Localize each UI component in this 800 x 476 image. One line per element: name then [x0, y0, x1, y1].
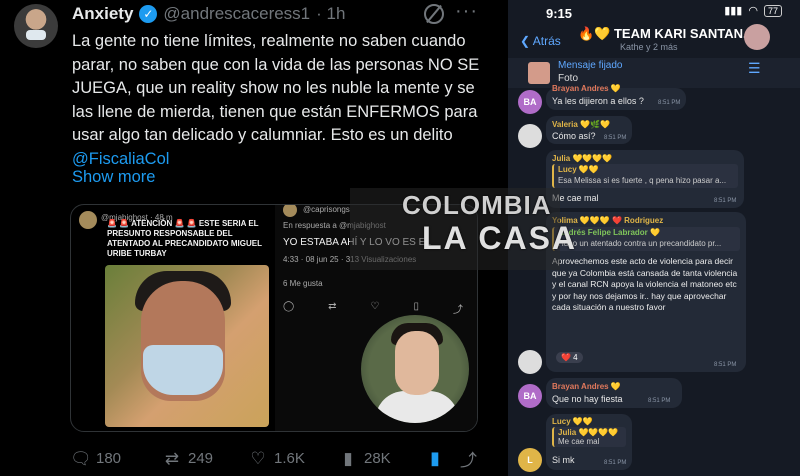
reply-count: 180 — [96, 450, 122, 467]
like-button[interactable]: ♡ 1.6K — [248, 449, 338, 469]
reply-button[interactable]: 🗨 180 — [70, 449, 162, 469]
signal-icon: ▮▮▮ — [724, 5, 743, 17]
message-text: Si mk — [552, 455, 575, 465]
face — [395, 331, 439, 395]
message-author: Valeria 💛🌿💛 — [552, 120, 610, 129]
show-more-link[interactable]: Show more — [72, 168, 155, 187]
avatar[interactable]: BA — [518, 384, 542, 408]
mini-avatar — [283, 205, 297, 217]
back-label: Atrás — [532, 34, 561, 48]
face-mask — [143, 345, 223, 395]
mini-handle: @caprisongs — [303, 205, 350, 214]
share-button[interactable]: ⤴ — [460, 446, 477, 471]
message-text: Cómo así? — [552, 131, 596, 141]
like-icon: ♡ — [370, 301, 380, 312]
verified-badge-icon: ✓ — [139, 5, 158, 23]
chevron-left-icon: ❮ — [520, 34, 533, 48]
like-icon: ♡ — [250, 448, 266, 468]
chat-avatar[interactable] — [744, 24, 770, 50]
shirt — [375, 391, 459, 423]
avatar[interactable]: BA — [518, 90, 542, 114]
portrait-photo — [361, 315, 469, 423]
repost-button[interactable]: ⇄ 249 — [162, 449, 248, 469]
message-time: 8:51 PM — [648, 398, 671, 404]
view-count: 28K — [364, 450, 391, 467]
message-author: Julia 💛💛💛💛 — [552, 154, 613, 163]
message-text: Que no hay fiesta — [552, 394, 623, 404]
grok-icon[interactable] — [424, 4, 444, 24]
quote-author: Julia 💛💛💛💛 — [558, 428, 619, 437]
watermark-line2: LA CASA — [422, 220, 578, 256]
share-icon: ⤴ — [460, 451, 477, 470]
media-image-left[interactable]: @mjabighost · 48 m 🚨 🚨 ATENCIÓN 🚨 🚨 ESTE… — [71, 205, 271, 431]
message-author: Brayan Andres 💛 — [552, 84, 621, 93]
message-time: 8:51 PM — [658, 100, 681, 106]
quote-text: Me cae mal — [558, 437, 600, 446]
more-options-icon[interactable]: ··· — [455, 0, 478, 23]
battery-icon: 77 — [763, 4, 782, 17]
mini-avatar — [79, 211, 97, 229]
wifi-icon: ◠ — [748, 5, 758, 17]
tweet-time[interactable]: · 1h — [316, 4, 345, 24]
repost-count: 249 — [188, 450, 214, 467]
repost-icon: ⇄ — [164, 448, 180, 468]
quote-text: Hubo un atentado contra un precandidato … — [558, 239, 722, 248]
message-text: Ya les dijieron a ellos ? — [552, 96, 644, 106]
views-icon: ▮ — [343, 448, 353, 468]
tweet-header: Anxiety ✓ @andrescaceress1 · 1h — [72, 4, 345, 24]
bookmark-button[interactable]: ▮ — [430, 448, 460, 469]
author-handle[interactable]: @andrescaceress1 — [163, 4, 310, 24]
author-avatar[interactable] — [14, 4, 58, 48]
pinned-thumbnail — [528, 62, 550, 84]
tweet-text: La gente no tiene límites, realmente no … — [72, 30, 482, 171]
like-count: 1.6K — [274, 450, 305, 467]
watermark-line1: COLOMBIA — [402, 190, 552, 220]
message-text: Aprovechemos este acto de violencia para… — [552, 256, 738, 312]
avatar-photo[interactable] — [518, 350, 542, 374]
tweet-body: La gente no tiene límites, realmente no … — [72, 32, 480, 144]
chat-subtitle: Kathe y 2 más — [620, 42, 678, 52]
pinned-title: Mensaje fijado — [558, 60, 623, 71]
share-icon: ⤴ — [452, 305, 463, 316]
message-author: Brayan Andres 💛 — [552, 382, 621, 391]
tweet-actions: 🗨 180 ⇄ 249 ♡ 1.6K ▮ 28K ▮ ⤴ — [70, 446, 480, 471]
repost-icon: ⇄ — [328, 301, 337, 312]
author-name[interactable]: Anxiety — [72, 4, 133, 24]
status-time: 9:15 — [546, 6, 573, 21]
mini-caption: 🚨 🚨 ATENCIÓN 🚨 🚨 ESTE SERIA EL PRESUNTO … — [107, 219, 262, 258]
pinned-text: Foto — [558, 73, 579, 84]
message-time: 8:51 PM — [604, 460, 627, 466]
mention-link[interactable]: @FiscaliaCol — [72, 150, 169, 168]
status-icons: ▮▮▮ ◠ 77 — [724, 4, 782, 17]
bookmark-icon: ▮ — [430, 448, 440, 468]
quote-author: Lucy 💛💛 — [558, 165, 599, 174]
quote-text: Esa Melissa si es fuerte , q pena hizo p… — [558, 176, 727, 185]
chat-title[interactable]: 🔥💛 TEAM KARI SANTAN... — [578, 26, 754, 42]
mini-actions: ◯ ⇄ ♡ ▯ ⤴ — [283, 301, 463, 316]
reply-icon: ◯ — [283, 301, 295, 312]
message-time: 8:51 PM — [714, 198, 737, 204]
suspect-photo — [105, 265, 269, 427]
back-button[interactable]: ❮ Atrás — [520, 34, 561, 48]
message-author: Lucy 💛💛 — [552, 417, 593, 426]
reply-icon: 🗨 — [70, 448, 92, 468]
reply-likes: 6 Me gusta — [283, 279, 323, 288]
message-time: 8:51 PM — [604, 135, 627, 141]
avatar-photo[interactable] — [518, 124, 542, 148]
pinned-list-icon[interactable]: ☰ — [748, 60, 761, 77]
avatar[interactable]: L — [518, 448, 542, 472]
views-button[interactable]: ▮ 28K — [338, 449, 430, 469]
reaction-heart[interactable]: ❤️ 4 — [556, 352, 583, 363]
bookmark-icon: ▯ — [413, 301, 419, 312]
message-time: 8:51 PM — [714, 362, 737, 368]
